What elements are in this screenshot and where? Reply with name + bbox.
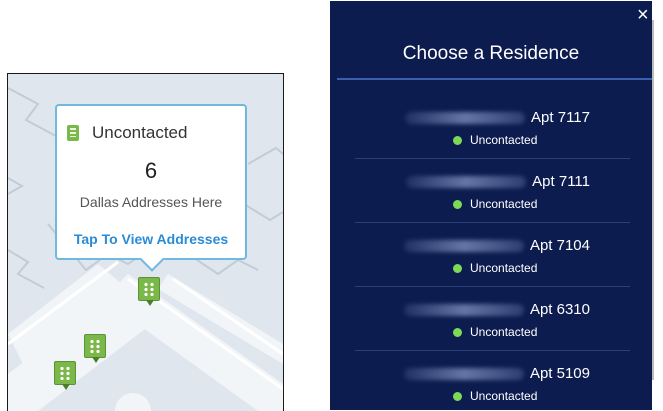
window-edge-scrollbar[interactable]	[652, 20, 654, 380]
residence-item[interactable]: Apt 7117 Uncontacted	[355, 95, 630, 159]
building-marker-icon[interactable]	[54, 361, 76, 390]
choose-residence-modal: × Choose a Residence Apt 7117 Uncontacte…	[330, 1, 652, 410]
modal-title: Choose a Residence	[402, 43, 580, 64]
map-panel[interactable]: Uncontacted 6 Dallas Addresses Here Tap …	[7, 73, 284, 411]
status-dot-icon	[453, 327, 462, 337]
popup-status: Uncontacted	[92, 123, 188, 142]
address-count: 6	[144, 158, 158, 183]
status-dot-icon	[453, 135, 462, 145]
blurred-street-address	[406, 175, 527, 188]
title-divider	[337, 78, 652, 80]
status-dot-icon	[453, 263, 462, 273]
residence-apt: Apt 5109	[529, 365, 590, 382]
residence-item[interactable]: Apt 6310 Uncontacted	[355, 287, 630, 351]
building-icon	[67, 125, 79, 141]
residence-status: Uncontacted	[470, 325, 538, 339]
status-dot-icon	[453, 391, 462, 401]
residence-item[interactable]: Apt 7104 Uncontacted	[355, 223, 630, 287]
popup-status-row: Uncontacted	[67, 123, 187, 143]
residence-apt: Apt 7104	[529, 237, 590, 254]
status-dot-icon	[453, 199, 462, 209]
address-caption: Dallas Addresses Here	[79, 194, 223, 210]
blurred-street-address	[403, 303, 524, 316]
residence-status: Uncontacted	[470, 197, 538, 211]
residence-item[interactable]: Apt 7111 Uncontacted	[355, 159, 630, 223]
residence-apt: Apt 7117	[531, 109, 590, 126]
residence-item[interactable]: Apt 5109 Uncontacted	[355, 351, 630, 410]
view-addresses-link[interactable]: Tap To View Addresses	[57, 231, 245, 247]
building-marker-icon[interactable]	[138, 277, 160, 306]
blurred-street-address	[403, 367, 524, 380]
residence-status: Uncontacted	[470, 261, 538, 275]
residence-list: Apt 7117 Uncontacted Apt 7111 Uncontacte…	[355, 95, 630, 410]
blurred-street-address	[403, 239, 524, 252]
residence-status: Uncontacted	[470, 389, 538, 403]
residence-apt: Apt 7111	[532, 173, 590, 190]
residence-status: Uncontacted	[470, 133, 538, 147]
blurred-street-address	[405, 111, 526, 124]
building-marker-icon[interactable]	[84, 334, 106, 363]
close-icon[interactable]: ×	[637, 4, 649, 27]
address-popup: Uncontacted 6 Dallas Addresses Here Tap …	[55, 104, 247, 272]
residence-apt: Apt 6310	[529, 301, 590, 318]
